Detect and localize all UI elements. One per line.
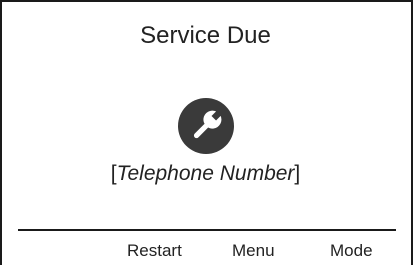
close-bracket: ] [294, 162, 301, 185]
restart-softkey[interactable]: Restart [127, 240, 182, 262]
mode-softkey[interactable]: Mode [330, 240, 373, 262]
telephone-number-text: [Telephone Number] [0, 161, 411, 187]
screen-title: Service Due [140, 22, 271, 49]
telephone-number-placeholder: Telephone Number [116, 162, 295, 185]
softkey-divider [18, 229, 396, 231]
wrench-icon [178, 98, 234, 154]
menu-softkey[interactable]: Menu [232, 240, 275, 262]
